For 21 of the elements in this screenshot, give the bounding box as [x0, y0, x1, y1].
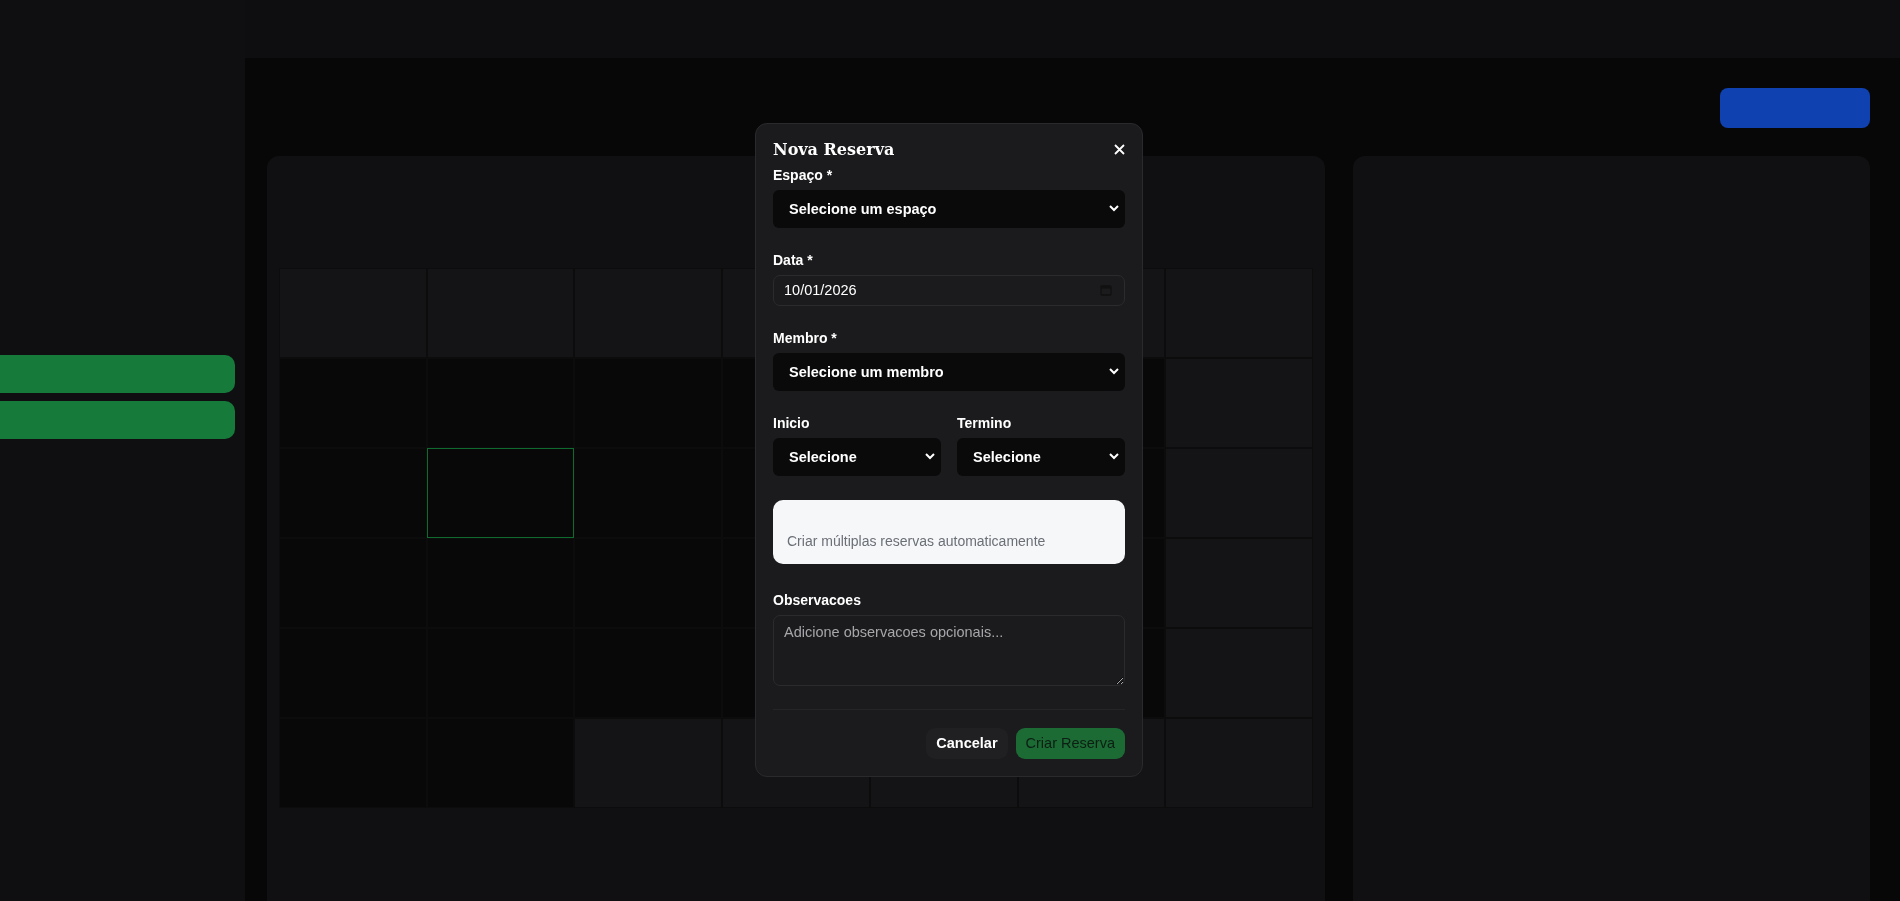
cancel-button[interactable]: Cancelar [926, 727, 1008, 759]
notes-field[interactable]: Adicione observacoes opcionais... [773, 614, 1125, 686]
date-field[interactable]: 10/01/2026 [773, 274, 1125, 306]
recurrence-text: Criar múltiplas reservas automaticamente [787, 532, 1046, 549]
chevron-down-icon [1109, 453, 1119, 460]
select-field[interactable]: Selecione um espaço [773, 189, 1125, 228]
select-field[interactable]: Selecione [773, 437, 941, 476]
field-label: Inicio [773, 414, 811, 431]
chevron-down-icon [1109, 205, 1119, 212]
close-button[interactable] [1114, 143, 1125, 155]
field-label: Data * [773, 251, 814, 268]
select-field[interactable]: Selecione [957, 437, 1125, 476]
select-field[interactable]: Selecione um membro [773, 352, 1125, 391]
field-label: Termino [957, 414, 1013, 431]
close-icon [1114, 143, 1125, 155]
field-label: Membro * [773, 329, 838, 346]
chevron-down-icon [1109, 368, 1119, 375]
dialog-title: Nova Reserva [773, 139, 895, 159]
field-label: Espaço * [773, 166, 834, 183]
field-label: Observacoes [773, 591, 862, 608]
chevron-down-icon [925, 453, 935, 460]
